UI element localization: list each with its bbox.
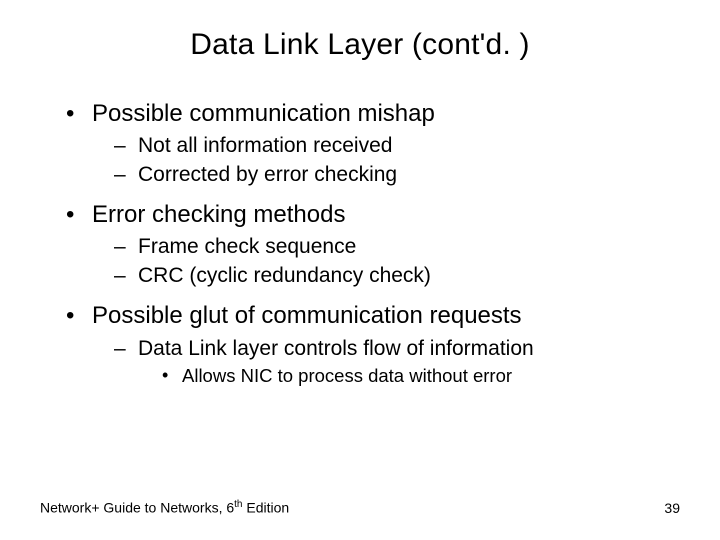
slide-footer: Network+ Guide to Networks, 6th Edition … bbox=[40, 499, 680, 516]
bullet-text: CRC (cyclic redundancy check) bbox=[138, 264, 431, 287]
bullet-sublist: Data Link layer controls flow of informa… bbox=[92, 335, 680, 389]
bullet-sublist: Allows NIC to process data without error bbox=[138, 363, 680, 389]
page-number: 39 bbox=[664, 500, 680, 516]
bullet-level2: Frame check sequence bbox=[92, 233, 680, 261]
bullet-text: Possible communication mishap bbox=[92, 100, 435, 127]
footer-text: Network+ Guide to Networks, 6 bbox=[40, 500, 234, 516]
footer-left: Network+ Guide to Networks, 6th Edition bbox=[40, 499, 289, 516]
bullet-list: Possible communication mishap Not all in… bbox=[40, 98, 680, 389]
bullet-level2: Data Link layer controls flow of informa… bbox=[92, 335, 680, 389]
bullet-text: Possible glut of communication requests bbox=[92, 302, 522, 329]
bullet-text: Error checking methods bbox=[92, 201, 345, 228]
bullet-level2: Not all information received bbox=[92, 132, 680, 160]
bullet-text: Not all information received bbox=[138, 134, 392, 157]
bullet-level1: Error checking methods Frame check seque… bbox=[40, 199, 680, 290]
bullet-sublist: Not all information received Corrected b… bbox=[92, 132, 680, 189]
footer-text: Edition bbox=[242, 500, 289, 516]
bullet-text: Corrected by error checking bbox=[138, 163, 397, 186]
slide: Data Link Layer (cont'd. ) Possible comm… bbox=[0, 0, 720, 540]
bullet-text: Data Link layer controls flow of informa… bbox=[138, 337, 534, 360]
bullet-level2: Corrected by error checking bbox=[92, 161, 680, 189]
bullet-text: Frame check sequence bbox=[138, 235, 356, 258]
bullet-level2: CRC (cyclic redundancy check) bbox=[92, 262, 680, 290]
bullet-sublist: Frame check sequence CRC (cyclic redunda… bbox=[92, 233, 680, 290]
bullet-level1: Possible communication mishap Not all in… bbox=[40, 98, 680, 189]
bullet-level3: Allows NIC to process data without error bbox=[138, 363, 680, 389]
bullet-level1: Possible glut of communication requests … bbox=[40, 300, 680, 389]
slide-title: Data Link Layer (cont'd. ) bbox=[40, 28, 680, 62]
bullet-text: Allows NIC to process data without error bbox=[182, 365, 512, 386]
